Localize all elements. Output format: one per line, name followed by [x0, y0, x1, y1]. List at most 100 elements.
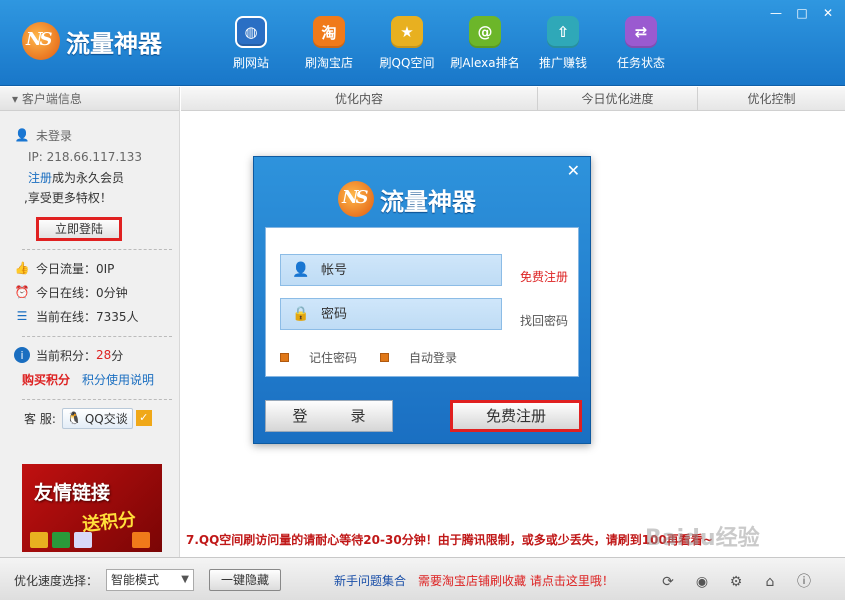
divider [22, 336, 172, 337]
service-row: 客 服: 🐧 QQ交谈 ✓ [14, 406, 169, 430]
sidebar: ▾ 客户端信息 👤 未登录 IP: 218.66.117.133 注册 成为永久… [0, 87, 180, 557]
status-text: 未登录 [36, 128, 73, 143]
info-icon: i [14, 347, 30, 363]
register-line: 注册 成为永久会员 [14, 167, 169, 187]
check-icon: ✓ [135, 410, 152, 426]
column-header: 优化控制 [747, 92, 796, 106]
home-icon[interactable]: ⌂ [760, 574, 780, 590]
chevron-down-icon: ▼ [181, 574, 189, 585]
speed-select-value: 智能模式 [111, 573, 160, 587]
checkbox-label: 记住密码 [309, 351, 358, 365]
dialog-title: 流量神器 [380, 187, 476, 216]
divider [22, 399, 172, 400]
nav-label: 刷Alexa排名 [450, 56, 520, 70]
password-field[interactable]: 🔒 [280, 298, 502, 330]
dialog-close-button[interactable]: ✕ [567, 161, 580, 180]
speed-select[interactable]: 智能模式 ▼ [106, 569, 194, 591]
nav-item-qzone[interactable]: ★ 刷QQ空间 [368, 16, 446, 71]
friend-links-banner[interactable]: 友情链接 送积分 [22, 464, 162, 552]
sidebar-header-label: 客户端信息 [21, 92, 82, 106]
gift-icon [52, 532, 70, 548]
recover-password-link[interactable]: 找回密码 [520, 312, 568, 329]
banner-title: 友情链接 [34, 482, 111, 504]
service-label: 客 服: [24, 411, 56, 426]
gear-icon[interactable]: ⚙ [726, 574, 746, 590]
username-field[interactable]: 👤 [280, 254, 502, 286]
gift-icon [132, 532, 150, 548]
current-online: ☰ 当前在线：7335人 [14, 304, 169, 328]
points-label: 当前积分： [36, 348, 97, 363]
nav-item-alexa[interactable]: @ 刷Alexa排名 [446, 16, 524, 71]
app-title: 流量神器 [66, 29, 162, 58]
checkbox-box [380, 353, 389, 362]
register-link[interactable]: 注册 [28, 169, 52, 186]
current-online-text: 当前在线：7335人 [36, 309, 139, 324]
login-form: 👤 免费注册 🔒 找回密码 记住密码 自动登录 [265, 227, 579, 377]
close-button[interactable]: ✕ [815, 4, 841, 22]
main-nav: ◍ 刷网站 淘 刷淘宝店 ★ 刷QQ空间 @ 刷Alexa排名 ⇧ 推广赚钱 ⇄… [212, 16, 680, 71]
column-header: 今日优化进度 [538, 87, 698, 110]
nav-label: 推广赚钱 [538, 56, 587, 70]
one-click-hide-button[interactable]: 一键隐藏 [209, 569, 281, 591]
nav-label: 任务状态 [616, 56, 665, 70]
today-traffic: 👍 今日流量：0IP [14, 256, 169, 280]
ip-text: IP: 218.66.117.133 [28, 150, 143, 164]
minimize-button[interactable]: — [763, 4, 789, 22]
nav-label: 刷QQ空间 [379, 56, 435, 70]
info-icon[interactable]: ⓘ [794, 574, 814, 590]
column-header: 优化内容 [181, 87, 538, 110]
clock-icon: ⏰ [14, 285, 30, 299]
nav-label: 刷网站 [232, 56, 269, 70]
password-input[interactable] [321, 306, 501, 322]
app-logo: 流量神器 [22, 22, 162, 60]
nav-item-taobao[interactable]: 淘 刷淘宝店 [290, 16, 368, 71]
login-now-button[interactable]: 立即登陆 [36, 217, 122, 241]
remember-password-checkbox[interactable]: 记住密码 [280, 349, 357, 366]
speed-label: 优化速度选择： [14, 574, 99, 588]
nav-item-promote[interactable]: ⇧ 推广赚钱 [524, 16, 602, 71]
list-icon: ☰ [16, 309, 28, 323]
dialog-logo: 流量神器 [338, 181, 476, 217]
refresh-icon[interactable]: ⟳ [658, 574, 678, 590]
login-status: 👤 未登录 [14, 123, 169, 147]
at-icon: @ [469, 16, 501, 48]
register-text: 成为永久会员 [52, 170, 125, 185]
faq-link[interactable]: 新手问题集合 [334, 572, 406, 589]
status-bar: 优化速度选择： 智能模式 ▼ 一键隐藏 新手问题集合 需要淘宝店铺刷收藏 请点击… [0, 557, 845, 600]
today-online: ⏰ 今日在线：0分钟 [14, 280, 169, 304]
qq-chat-button[interactable]: 🐧 QQ交谈 [61, 407, 133, 429]
register-button[interactable]: 免费注册 [450, 400, 582, 432]
today-online-text: 今日在线：0分钟 [36, 285, 128, 300]
free-register-link[interactable]: 免费注册 [520, 268, 568, 285]
checkbox-label: 自动登录 [409, 351, 458, 365]
maximize-button[interactable]: □ [789, 4, 815, 22]
username-input[interactable] [321, 262, 501, 278]
nav-item-website[interactable]: ◍ 刷网站 [212, 16, 290, 71]
checkbox-box [280, 353, 289, 362]
lock-icon: 🔒 [292, 306, 310, 322]
qq-penguin-icon: 🐧 [66, 411, 82, 425]
points-help-link[interactable]: 积分使用说明 [82, 371, 154, 388]
today-traffic-text: 今日流量：0IP [36, 261, 115, 276]
login-button[interactable]: 登 录 [265, 400, 393, 432]
eye-icon[interactable]: ◉ [692, 574, 712, 590]
qq-chat-label: QQ交谈 [84, 411, 128, 426]
nav-label: 刷淘宝店 [304, 56, 353, 70]
sidebar-header[interactable]: ▾ 客户端信息 [0, 87, 179, 111]
points-links: 购买积分 积分使用说明 [14, 367, 169, 391]
gift-icon [74, 532, 92, 548]
content-table-header: 优化内容 今日优化进度 优化控制 [181, 87, 845, 111]
swap-icon: ⇄ [625, 16, 657, 48]
points-value: 28 [96, 348, 112, 362]
points-row: i 当前积分： 28 分 [14, 343, 169, 367]
logo-mark-icon [22, 22, 60, 60]
nav-item-tasks[interactable]: ⇄ 任务状态 [602, 16, 680, 71]
auto-login-checkbox[interactable]: 自动登录 [380, 349, 457, 366]
watermark: Baidu经验 [645, 526, 760, 551]
gift-icon [30, 532, 48, 548]
rocket-icon: ⇧ [547, 16, 579, 48]
promo-link[interactable]: 需要淘宝店铺刷收藏 请点击这里哦！ [418, 572, 614, 589]
buy-points-link[interactable]: 购买积分 [22, 371, 70, 388]
user-icon: 👤 [14, 128, 30, 142]
logo-mark-icon [338, 181, 374, 217]
